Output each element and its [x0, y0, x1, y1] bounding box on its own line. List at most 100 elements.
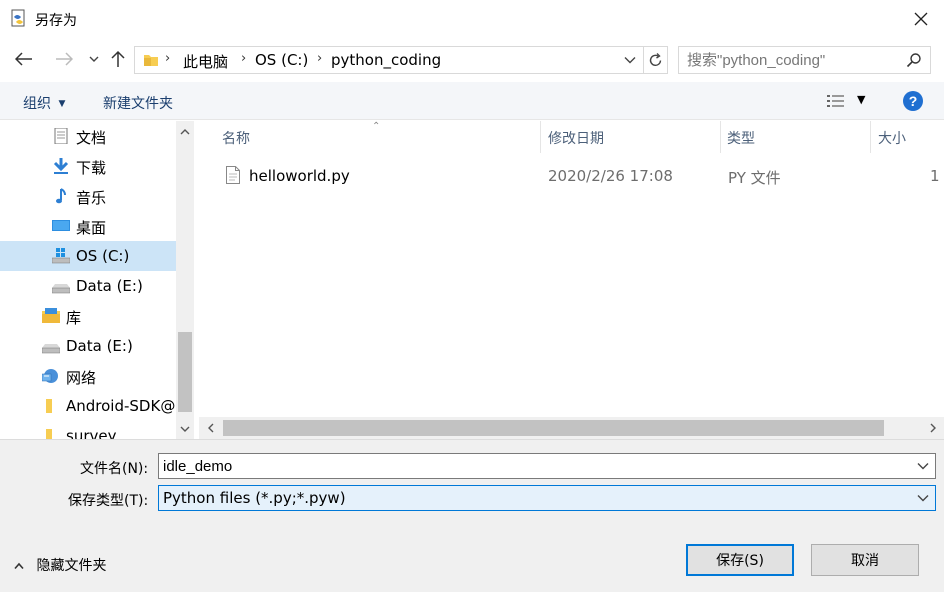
- details-view-icon: [827, 95, 844, 107]
- downloads-icon: [52, 158, 70, 174]
- drive-icon: [51, 278, 71, 294]
- chevron-right-icon: [930, 423, 936, 433]
- view-options-button[interactable]: [826, 93, 848, 109]
- tree-item-label: Data (E:): [76, 277, 143, 295]
- organize-menu[interactable]: 组织 ▼: [23, 93, 65, 113]
- filetype-value: Python files (*.py;*.pyw): [163, 489, 346, 507]
- filename-label: 文件名(N):: [80, 461, 149, 477]
- breadcrumb-item[interactable]: python_coding: [331, 51, 441, 69]
- tree-item-label: 音乐: [76, 189, 107, 207]
- column-divider[interactable]: [540, 121, 541, 153]
- chevron-down-icon: [89, 56, 99, 62]
- new-folder-button[interactable]: 新建文件夹: [103, 93, 173, 113]
- cancel-button[interactable]: 取消: [811, 544, 919, 576]
- breadcrumb-item[interactable]: 此电脑: [183, 51, 228, 72]
- breadcrumb-item[interactable]: OS (C:): [255, 51, 308, 69]
- chevron-down-icon: [917, 495, 929, 502]
- tree-item-desktop[interactable]: 桌面: [0, 211, 176, 241]
- scroll-right-button[interactable]: [922, 417, 944, 439]
- back-button[interactable]: [12, 47, 36, 71]
- tree-item-music[interactable]: 音乐: [0, 181, 176, 211]
- file-size: 1: [930, 167, 940, 185]
- file-list-horizontal-scrollbar[interactable]: [199, 417, 944, 439]
- python-app-icon: [10, 9, 28, 29]
- forward-button[interactable]: [52, 47, 76, 71]
- search-icon[interactable]: [906, 52, 922, 68]
- tree-item-label: 桌面: [76, 219, 107, 237]
- arrow-left-icon: [15, 52, 32, 66]
- tree-item-network[interactable]: 网络: [0, 361, 176, 391]
- column-header-size[interactable]: 大小: [878, 128, 906, 148]
- column-divider[interactable]: [870, 121, 871, 153]
- save-options-panel: 文件名(N): 保存类型(T): Python files (*.py;*.py…: [0, 439, 944, 592]
- tree-item-label: OS (C:): [76, 247, 130, 265]
- tree-item-label: Data (E:): [66, 337, 133, 355]
- chevron-down-icon: [624, 57, 636, 64]
- column-divider[interactable]: [720, 121, 721, 153]
- scroll-up-button[interactable]: [176, 121, 194, 141]
- hide-folders-toggle[interactable]: 隐藏文件夹: [14, 555, 107, 574]
- arrow-right-icon: [56, 52, 73, 66]
- search-box[interactable]: [678, 46, 931, 74]
- command-toolbar: 组织 ▼ 新建文件夹 ▼: [0, 82, 944, 120]
- tree-item-label: 库: [66, 309, 82, 327]
- tree-item-downloads[interactable]: 下载: [0, 151, 176, 181]
- tree-item-data-e-2[interactable]: Data (E:): [0, 331, 176, 361]
- search-input[interactable]: [687, 50, 902, 70]
- music-icon: [52, 188, 70, 204]
- navigation-pane-scrollbar[interactable]: [176, 121, 194, 439]
- tree-item-os-c[interactable]: OS (C:): [0, 241, 176, 271]
- tree-item-label: Android-SDK@: [66, 397, 176, 415]
- save-button[interactable]: 保存(S): [686, 544, 794, 576]
- breadcrumb-separator: ›: [165, 51, 171, 66]
- tree-item-android-sdk[interactable]: Android-SDK@: [0, 391, 176, 421]
- filename-combobox[interactable]: [158, 453, 936, 479]
- address-dropdown-button[interactable]: [619, 47, 641, 73]
- tree-item-documents[interactable]: 文档: [0, 121, 176, 151]
- windows-drive-icon: [51, 248, 71, 264]
- column-header-type[interactable]: 类型: [727, 128, 755, 148]
- address-bar[interactable]: › 此电脑 › OS (C:) › python_coding: [134, 46, 668, 74]
- refresh-button[interactable]: [643, 47, 667, 73]
- close-button[interactable]: [898, 0, 944, 38]
- filetype-label: 保存类型(T):: [68, 493, 149, 509]
- filename-dropdown-button[interactable]: [915, 457, 931, 475]
- window-title: 另存为: [35, 13, 77, 29]
- tree-item-data-e[interactable]: Data (E:): [0, 271, 176, 301]
- hide-folders-label: 隐藏文件夹: [36, 558, 107, 574]
- file-list: ⌃ 名称 修改日期 类型 大小 helloworld.py 2020/2/26 …: [199, 121, 944, 417]
- sort-ascending-icon: ⌃: [372, 121, 381, 132]
- network-icon: [41, 368, 60, 384]
- filename-input[interactable]: [163, 456, 903, 476]
- view-dropdown-icon[interactable]: ▼: [857, 93, 865, 106]
- scrollbar-thumb[interactable]: [178, 332, 192, 412]
- scrollbar-thumb[interactable]: [223, 420, 884, 436]
- arrow-up-icon: [111, 50, 125, 67]
- chevron-down-icon: [180, 426, 190, 432]
- tree-item-survey[interactable]: survey: [0, 421, 176, 439]
- file-row[interactable]: helloworld.py 2020/2/26 17:08 PY 文件 1: [221, 161, 944, 191]
- library-icon: [42, 308, 60, 324]
- help-button[interactable]: ?: [903, 91, 923, 111]
- recent-locations-button[interactable]: [82, 47, 106, 71]
- tree-item-label: 网络: [66, 369, 97, 387]
- caret-down-icon: ▼: [58, 99, 66, 109]
- folder-icon: [143, 52, 159, 68]
- folder-icon: [42, 428, 60, 439]
- chevron-up-icon: [14, 562, 24, 570]
- filetype-dropdown-button[interactable]: [915, 489, 931, 507]
- filetype-select[interactable]: Python files (*.py;*.pyw): [158, 485, 936, 511]
- breadcrumb-separator: ›: [241, 51, 247, 66]
- scroll-down-button[interactable]: [176, 419, 194, 439]
- organize-label: 组织: [23, 96, 51, 112]
- refresh-icon: [649, 52, 662, 66]
- scroll-left-button[interactable]: [199, 417, 221, 439]
- file-modified: 2020/2/26 17:08: [548, 167, 673, 185]
- up-button[interactable]: [106, 47, 130, 71]
- file-type: PY 文件: [728, 169, 781, 187]
- chevron-left-icon: [207, 423, 213, 433]
- python-file-icon: [226, 166, 240, 184]
- column-header-name[interactable]: 名称: [222, 128, 250, 148]
- column-header-modified[interactable]: 修改日期: [548, 128, 604, 148]
- tree-item-library[interactable]: 库: [0, 301, 176, 331]
